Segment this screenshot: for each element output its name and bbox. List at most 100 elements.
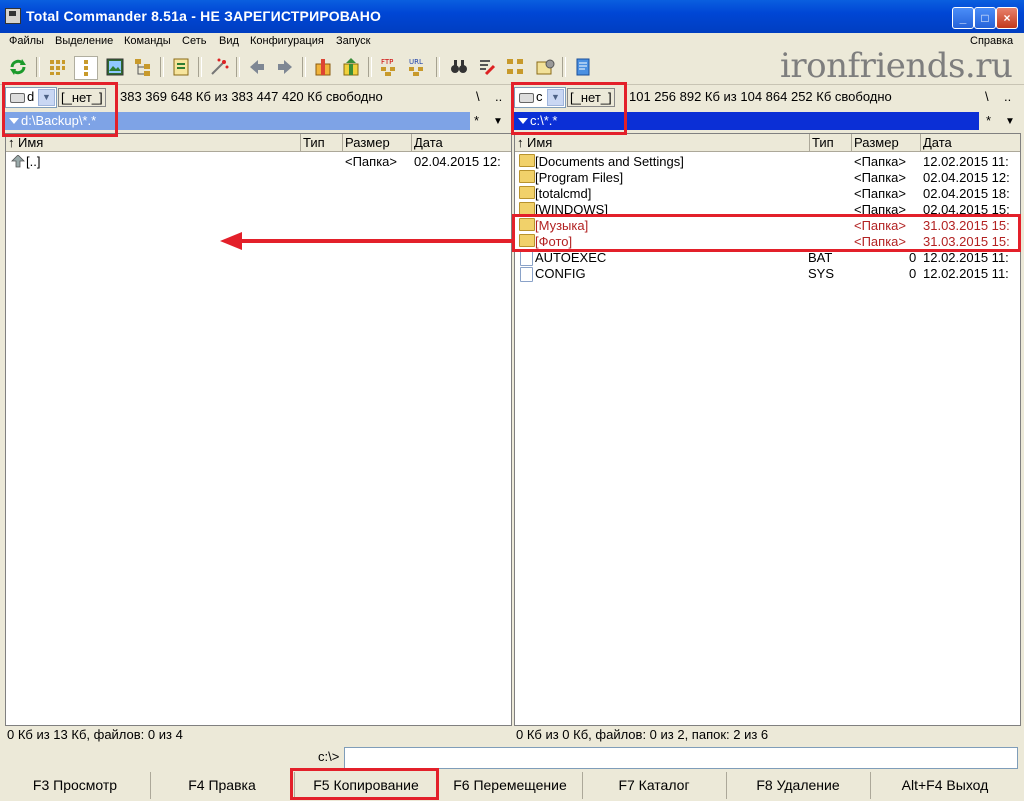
toolbar-separator (436, 57, 440, 77)
right-col-type[interactable]: Тип (812, 135, 834, 150)
table-row[interactable]: [..] <Папка> 02.04.2015 12: (6, 154, 511, 170)
search-binoculars-icon[interactable] (448, 56, 470, 78)
left-col-name[interactable]: Имя (18, 135, 43, 150)
left-parent-button[interactable]: .. (495, 89, 502, 104)
url-icon[interactable]: URL (406, 56, 428, 78)
icons-view-icon[interactable] (46, 56, 68, 78)
file-size: <Папка> (345, 154, 397, 169)
menu-network[interactable]: Сеть (182, 35, 206, 47)
tree-view-icon[interactable] (132, 56, 154, 78)
right-filter-dropdown-icon[interactable]: ▼ (1005, 116, 1015, 127)
refresh-icon[interactable] (7, 56, 29, 78)
left-free-space: 383 369 648 Кб из 383 447 420 Кб свободн… (120, 89, 383, 104)
toolbar-separator (36, 57, 40, 77)
sort-arrow-icon: ↑ (8, 135, 15, 150)
left-col-date[interactable]: Дата (414, 135, 443, 150)
app-icon[interactable] (5, 8, 21, 24)
file-name: [Documents and Settings] (535, 154, 684, 169)
folder-icon (519, 170, 535, 183)
table-row[interactable]: [totalcmd] <Папка> 02.04.2015 18: (515, 186, 1020, 202)
invert-selection-icon[interactable] (208, 56, 230, 78)
table-row[interactable]: CONFIG SYS 0 12.02.2015 11: (515, 266, 1020, 282)
right-col-size[interactable]: Размер (854, 135, 899, 150)
brief-view-icon[interactable] (74, 56, 98, 80)
f3-view-button[interactable]: F3 Просмотр (0, 772, 151, 799)
right-col-date[interactable]: Дата (923, 135, 952, 150)
toolbar-separator (160, 57, 164, 77)
folder-icon (519, 154, 535, 167)
f7-mkdir-button[interactable]: F7 Каталог (582, 772, 727, 799)
file-type: BAT (808, 250, 833, 265)
left-root-button[interactable]: \ (476, 89, 480, 104)
copy-direction-arrow (240, 239, 512, 243)
right-parent-button[interactable]: .. (1004, 89, 1011, 104)
menu-view[interactable]: Вид (219, 35, 239, 47)
file-date: 02.04.2015 18: (923, 186, 1010, 201)
file-size: <Папка> (854, 170, 906, 185)
settings-icon[interactable] (534, 56, 556, 78)
minimize-button[interactable]: _ (952, 7, 974, 29)
file-icon (520, 251, 533, 266)
folder-icon (519, 186, 535, 199)
left-col-size[interactable]: Размер (345, 135, 390, 150)
forward-arrow-icon[interactable] (274, 56, 296, 78)
window-title: Total Commander 8.51a - НЕ ЗАРЕГИСТРИРОВ… (26, 8, 382, 24)
toolbar-separator (562, 57, 566, 77)
left-drive-highlight (2, 82, 118, 137)
f8-delete-button[interactable]: F8 Удаление (726, 772, 871, 799)
f4-edit-button[interactable]: F4 Правка (150, 772, 295, 799)
pack-icon[interactable] (312, 56, 334, 78)
left-col-type[interactable]: Тип (303, 135, 325, 150)
file-date: 12.02.2015 11: (923, 266, 1009, 281)
menu-launch[interactable]: Запуск (336, 35, 370, 47)
left-status: 0 Кб из 13 Кб, файлов: 0 из 4 (7, 727, 183, 742)
left-file-panel[interactable]: ↑ Имя Тип Размер Дата [..] <Папка> 02.04… (5, 133, 512, 726)
watermark: ironfriends.ru (780, 46, 1013, 86)
menu-commands[interactable]: Команды (124, 35, 171, 47)
unpack-icon[interactable] (340, 56, 362, 78)
table-row[interactable]: [Documents and Settings] <Папка> 12.02.2… (515, 154, 1020, 170)
compare-icon[interactable] (170, 56, 192, 78)
right-root-button[interactable]: \ (985, 89, 989, 104)
right-col-name[interactable]: Имя (527, 135, 552, 150)
file-name: [..] (26, 154, 41, 169)
right-column-header: ↑ Имя Тип Размер Дата (515, 134, 1020, 152)
title-bar: Total Commander 8.51a - НЕ ЗАРЕГИСТРИРОВ… (0, 0, 1024, 33)
file-date: 12.02.2015 11: (923, 250, 1009, 265)
close-button[interactable]: × (996, 7, 1018, 29)
table-row[interactable]: [Program Files] <Папка> 02.04.2015 12: (515, 170, 1020, 186)
left-filter-dropdown-icon[interactable]: ▼ (493, 116, 503, 127)
selected-folders-highlight (512, 214, 1021, 252)
sort-arrow-icon: ↑ (517, 135, 524, 150)
right-drive-highlight (511, 82, 627, 135)
table-row[interactable]: AUTOEXEC BAT 0 12.02.2015 11: (515, 250, 1020, 266)
menu-configuration[interactable]: Конфигурация (250, 35, 324, 47)
right-filter[interactable]: * (986, 113, 991, 128)
file-icon (520, 267, 533, 282)
file-date: 12.02.2015 11: (923, 154, 1009, 169)
ftp-icon[interactable]: FTP (378, 56, 400, 78)
left-filter[interactable]: * (474, 113, 479, 128)
sync-dirs-icon[interactable] (504, 56, 526, 78)
function-key-bar: F3 Просмотр F4 Правка F5 Копирование F6 … (0, 772, 1024, 799)
file-name: [totalcmd] (535, 186, 592, 201)
back-arrow-icon[interactable] (246, 56, 268, 78)
file-name: AUTOEXEC (535, 250, 607, 265)
cmdline-label: c:\> (318, 749, 340, 764)
ftp-label: FTP (381, 58, 393, 66)
menu-files[interactable]: Файлы (9, 35, 44, 47)
right-free-space: 101 256 892 Кб из 104 864 252 Кб свободн… (629, 89, 892, 104)
f6-move-button[interactable]: F6 Перемещение (438, 772, 583, 799)
right-status: 0 Кб из 0 Кб, файлов: 0 из 2, папок: 2 и… (516, 727, 769, 742)
arrow-head-icon (220, 232, 242, 250)
menu-selection[interactable]: Выделение (55, 35, 113, 47)
alt-f4-exit-button[interactable]: Alt+F4 Выход (870, 772, 1020, 799)
file-size: <Папка> (854, 154, 906, 169)
maximize-button[interactable]: □ (974, 7, 996, 29)
thumbnails-icon[interactable] (104, 56, 126, 78)
multi-rename-icon[interactable] (476, 56, 498, 78)
notepad-icon[interactable] (572, 56, 594, 78)
toolbar-separator (368, 57, 372, 77)
file-date: 02.04.2015 12: (414, 154, 501, 169)
command-line-input[interactable] (344, 747, 1018, 769)
